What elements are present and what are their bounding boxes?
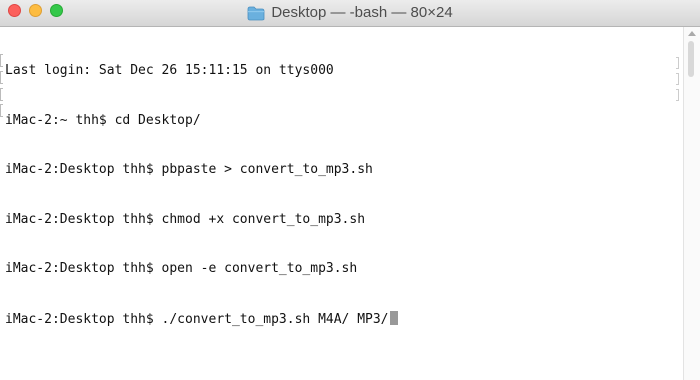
- line-marker: [0, 71, 3, 84]
- terminal-window: Desktop — -bash — 80×24 Last login: Sat …: [0, 0, 700, 380]
- line-marker: [0, 88, 3, 101]
- terminal-line: Last login: Sat Dec 26 15:11:15 on ttys0…: [5, 63, 334, 78]
- title-bar[interactable]: Desktop — -bash — 80×24: [0, 0, 700, 27]
- vertical-scrollbar[interactable]: [683, 27, 700, 380]
- terminal-prompt-line: iMac-2:Desktop thh$ ./convert_to_mp3.sh …: [5, 310, 398, 328]
- text-cursor: [389, 310, 398, 325]
- right-line-markers: [676, 57, 680, 107]
- window-title-group: Desktop — -bash — 80×24: [0, 4, 700, 22]
- terminal-line: iMac-2:Desktop thh$ ./convert_to_mp3.sh …: [5, 311, 389, 327]
- window-title: Desktop — -bash — 80×24: [271, 4, 453, 21]
- terminal-line: iMac-2:Desktop thh$ open -e convert_to_m…: [5, 261, 358, 276]
- terminal-line: iMac-2:Desktop thh$ chmod +x convert_to_…: [5, 211, 366, 227]
- terminal-line: iMac-2:Desktop thh$ pbpaste > convert_to…: [5, 162, 373, 177]
- scroll-thumb[interactable]: [688, 41, 694, 77]
- scroll-up-icon[interactable]: [688, 31, 696, 36]
- terminal-content[interactable]: Last login: Sat Dec 26 15:11:15 on ttys0…: [0, 27, 683, 380]
- terminal-line: iMac-2:~ thh$ cd Desktop/: [5, 112, 201, 128]
- folder-icon: [247, 6, 265, 20]
- terminal-output: Last login: Sat Dec 26 15:11:15 on ttys0…: [5, 30, 398, 360]
- line-marker: [0, 54, 3, 67]
- line-marker: [0, 104, 3, 117]
